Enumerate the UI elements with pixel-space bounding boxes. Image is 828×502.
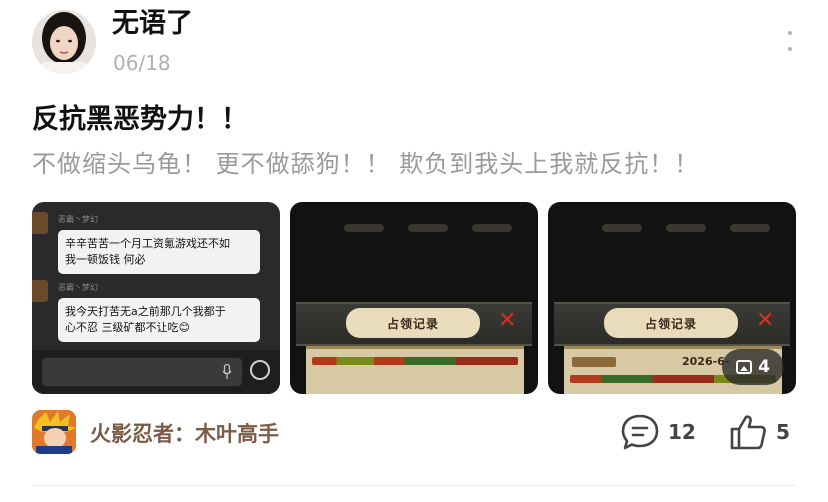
author-name[interactable]: 无语了: [112, 6, 193, 42]
mic-icon: [222, 364, 232, 379]
chat-message: 我今天打苦无a之前那几个我都于 心不忍 三级矿都不让吃😊: [58, 298, 260, 342]
like-count: 5: [776, 420, 790, 444]
post-title: 反抗黑恶势力！！: [32, 104, 248, 135]
naruto-logo-icon: [32, 410, 76, 454]
chat-message-line: 心不忍 三级矿都不让吃😊: [65, 321, 190, 334]
chat-avatar: [32, 280, 48, 302]
game-tag[interactable]: 火影忍者：木叶高手: [90, 420, 279, 448]
panel-title: 占领记录: [604, 308, 738, 338]
emoji-icon: [250, 360, 270, 380]
chat-message-line: 辛辛苦苦一个月工资氪游戏还不如: [65, 237, 230, 250]
chat-message-line: 我今天打苦无a之前那几个我都于: [65, 305, 226, 318]
like-button[interactable]: 5: [728, 412, 790, 452]
chat-input-bar: [32, 350, 280, 394]
comment-button[interactable]: 12: [620, 412, 696, 452]
post-body: 不做缩头乌龟！ 更不做舔狗！！ 欺负到我头上我就反抗！！: [32, 150, 700, 178]
chat-message: 辛辛苦苦一个月工资氪游戏还不如 我一顿饭钱 何必: [58, 230, 260, 274]
photos-icon: [736, 360, 753, 374]
avatar-image: [32, 10, 96, 74]
chat-message-line: 我一顿饭钱 何必: [65, 253, 146, 266]
post-image-2[interactable]: 占领记录 ✕: [290, 202, 538, 394]
close-icon: ✕: [756, 308, 775, 333]
chat-input: [42, 358, 242, 386]
like-icon: [730, 415, 766, 450]
more-photos-badge[interactable]: 4: [722, 349, 784, 385]
game-hud: [602, 224, 776, 236]
panel-title: 占领记录: [346, 308, 480, 338]
chat-sender-name: 恶霸丶梦幻: [58, 215, 98, 224]
chat-sender-name: 恶霸丶梦幻: [58, 283, 98, 292]
post-image-1[interactable]: 恶霸丶梦幻 辛辛苦苦一个月工资氪游戏还不如 我一顿饭钱 何必 恶霸丶梦幻 我今天…: [32, 202, 280, 394]
comment-icon: [621, 414, 659, 450]
close-icon: ✕: [498, 308, 517, 333]
author-avatar[interactable]: [32, 10, 96, 74]
comment-count: 12: [668, 420, 696, 444]
game-hud: [344, 224, 518, 236]
record-paper: [306, 346, 524, 394]
game-logo[interactable]: [32, 410, 76, 454]
more-photos-count: 4: [758, 357, 770, 377]
post-date: 06/18: [113, 51, 171, 75]
divider: [32, 485, 796, 486]
more-icon[interactable]: [778, 26, 802, 56]
chat-avatar: [32, 212, 48, 234]
